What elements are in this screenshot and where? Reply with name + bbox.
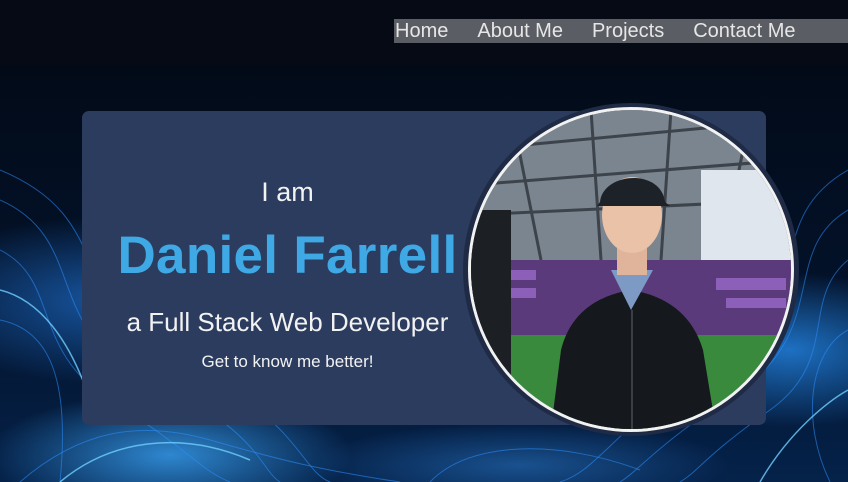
top-navbar: Home About Me Projects Contact Me <box>0 0 848 66</box>
nav-link-contact-me[interactable]: Contact Me <box>693 19 795 43</box>
profile-photo-image <box>471 110 791 429</box>
nav-link-home[interactable]: Home <box>395 19 448 43</box>
profile-photo <box>468 107 794 432</box>
nav-link-projects[interactable]: Projects <box>592 19 664 43</box>
nav-links: Home About Me Projects Contact Me <box>394 19 848 43</box>
nav-link-about-me[interactable]: About Me <box>477 19 563 43</box>
